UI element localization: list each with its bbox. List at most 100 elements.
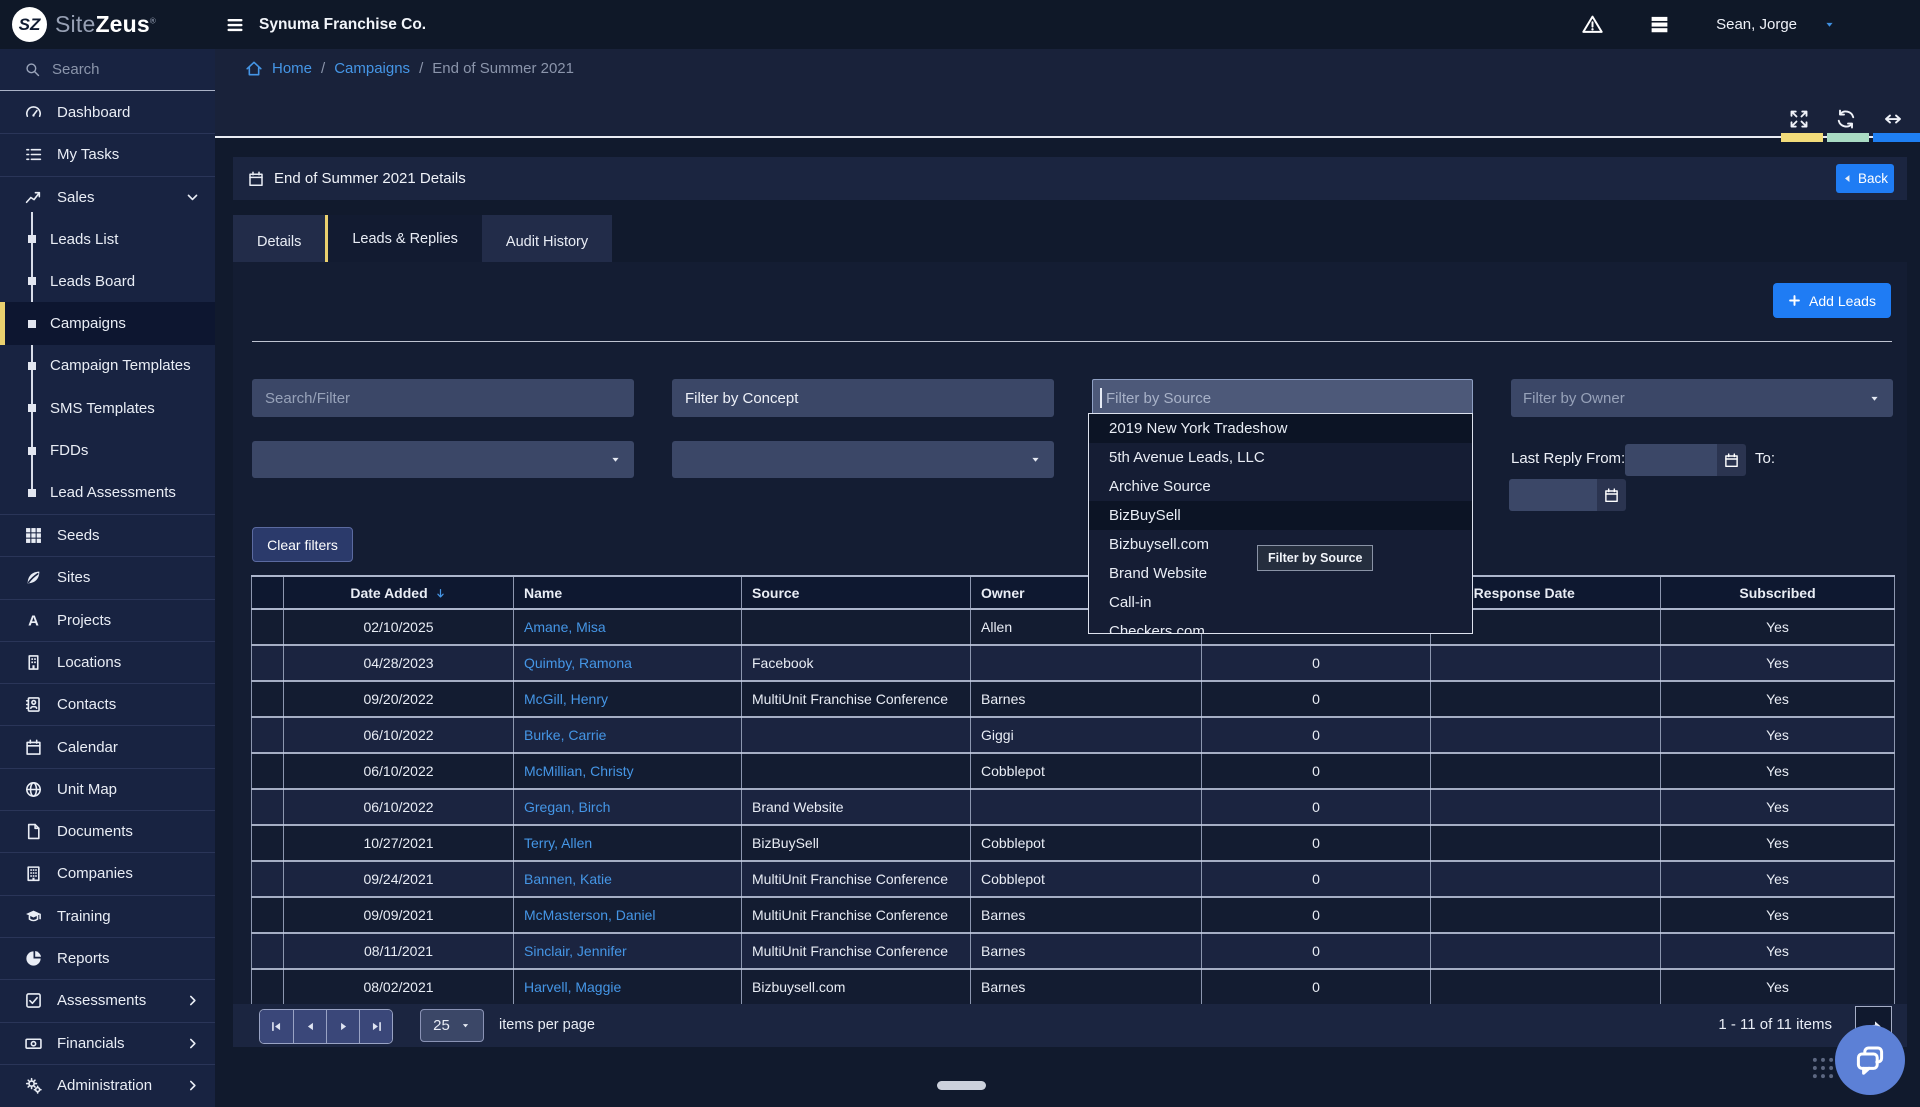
first-page-button[interactable] xyxy=(260,1010,293,1043)
sidebar-item-leads-board[interactable]: Leads Board xyxy=(0,260,215,302)
globe-icon xyxy=(25,781,42,798)
filter-by-owner-select[interactable]: Filter by Owner xyxy=(1511,379,1893,417)
breadcrumb-campaigns[interactable]: Campaigns xyxy=(334,60,410,77)
scroll-segment-yellow[interactable] xyxy=(1781,133,1823,142)
sidebar-item-administration[interactable]: Administration xyxy=(0,1064,215,1106)
lead-name-link[interactable]: Sinclair, Jennifer xyxy=(524,943,627,959)
user-name: Sean, Jorge xyxy=(1716,16,1797,33)
lead-name-link[interactable]: McMasterson, Daniel xyxy=(524,907,656,923)
column-header-blank-0[interactable] xyxy=(252,576,284,609)
source-option-2019-new-york-tradeshow[interactable]: 2019 New York Tradeshow xyxy=(1089,414,1472,443)
search-filter-input[interactable] xyxy=(252,379,634,417)
text-cursor xyxy=(1100,388,1102,408)
sidebar-search[interactable] xyxy=(0,49,215,91)
add-leads-button[interactable]: Add Leads xyxy=(1773,283,1891,318)
filter-by-source-input[interactable] xyxy=(1092,379,1473,417)
filter-select-1[interactable] xyxy=(252,441,634,478)
lead-name-link[interactable]: Bannen, Katie xyxy=(524,871,612,887)
sidebar-item-sms-templates[interactable]: SMS Templates xyxy=(0,387,215,429)
cell-blank xyxy=(252,681,284,717)
sidebar-item-financials[interactable]: Financials xyxy=(0,1022,215,1064)
sidebar-item-my-tasks[interactable]: My Tasks xyxy=(0,133,215,175)
tab-leads-replies[interactable]: Leads & Replies xyxy=(325,215,482,262)
cell-date-added: 04/28/2023 xyxy=(284,645,514,681)
filter-by-source-combobox[interactable] xyxy=(1092,379,1473,417)
source-option-5th-avenue-leads-llc[interactable]: 5th Avenue Leads, LLC xyxy=(1089,443,1472,472)
filter-select-2[interactable] xyxy=(672,441,1054,478)
column-header-source[interactable]: Source xyxy=(742,576,971,609)
sidebar-item-lead-assessments[interactable]: Lead Assessments xyxy=(0,472,215,514)
lead-name-link[interactable]: McMillian, Christy xyxy=(524,763,634,779)
last-page-button[interactable] xyxy=(359,1010,392,1043)
hamburger-menu-icon[interactable] xyxy=(225,15,245,35)
page-size-select[interactable]: 25 xyxy=(420,1009,484,1042)
resize-horizontal-icon[interactable] xyxy=(1883,109,1903,129)
to-label: To: xyxy=(1755,450,1775,467)
pagination-bar: 25 items per page 1 - 11 of 11 items xyxy=(233,1004,1907,1047)
source-option-archive-source[interactable]: Archive Source xyxy=(1089,472,1472,501)
tab-details[interactable]: Details xyxy=(233,222,325,262)
chat-fab-button[interactable] xyxy=(1835,1025,1905,1095)
sidebar-item-dashboard[interactable]: Dashboard xyxy=(0,91,215,133)
source-option-call-in[interactable]: Call-in xyxy=(1089,588,1472,617)
lead-name-link[interactable]: Terry, Allen xyxy=(524,835,592,851)
last-reply-from-calendar-button[interactable] xyxy=(1717,444,1746,476)
lead-name-link[interactable]: Quimby, Ramona xyxy=(524,655,632,671)
sidebar-item-unit-map[interactable]: Unit Map xyxy=(0,768,215,810)
user-menu[interactable]: Sean, Jorge xyxy=(1716,16,1836,33)
source-option-checkers-com[interactable]: Checkers.com xyxy=(1089,617,1472,634)
cell-name: Harvell, Maggie xyxy=(514,969,742,1005)
sidebar-item-calendar[interactable]: Calendar xyxy=(0,725,215,767)
previous-page-button[interactable] xyxy=(293,1010,326,1043)
lead-name-link[interactable]: McGill, Henry xyxy=(524,691,608,707)
sidebar-item-assessments[interactable]: Assessments xyxy=(0,979,215,1021)
last-reply-from-date-input[interactable] xyxy=(1625,444,1717,476)
sidebar-item-documents[interactable]: Documents xyxy=(0,810,215,852)
lead-name-link[interactable]: Harvell, Maggie xyxy=(524,979,621,995)
lead-name-link[interactable]: Amane, Misa xyxy=(524,619,606,635)
alerts-warning-icon[interactable] xyxy=(1582,14,1603,35)
sidebar-item-reports[interactable]: Reports xyxy=(0,937,215,979)
filter-by-concept-input[interactable] xyxy=(672,379,1054,417)
sidebar-item-contacts[interactable]: Contacts xyxy=(0,683,215,725)
gears-icon xyxy=(25,1077,42,1094)
column-header-date-added[interactable]: Date Added xyxy=(284,576,514,609)
sidebar-item-fdds[interactable]: FDDs xyxy=(0,429,215,471)
signs-icon: A xyxy=(25,612,42,629)
source-option-bizbuysell[interactable]: BizBuySell xyxy=(1089,501,1472,530)
sidebar-item-sites[interactable]: Sites xyxy=(0,556,215,598)
lead-name-link[interactable]: Gregan, Birch xyxy=(524,799,610,815)
breadcrumb-home[interactable]: Home xyxy=(272,60,312,77)
lead-name-link[interactable]: Burke, Carrie xyxy=(524,727,606,743)
items-range-label: 1 - 11 of 11 items xyxy=(1718,1016,1832,1033)
money-icon xyxy=(25,1035,42,1052)
sidebar-item-leads-list[interactable]: Leads List xyxy=(0,218,215,260)
table-row: 04/28/2023Quimby, RamonaFacebook0Yes xyxy=(252,645,1895,681)
column-header-name[interactable]: Name xyxy=(514,576,742,609)
sidebar-item-companies[interactable]: Companies xyxy=(0,852,215,894)
sidebar-item-training[interactable]: Training xyxy=(0,895,215,937)
scroll-segment-blue[interactable] xyxy=(1873,133,1920,142)
column-header-subscribed[interactable]: Subscribed xyxy=(1661,576,1895,609)
tab-audit-history[interactable]: Audit History xyxy=(482,222,612,262)
cell-blank xyxy=(252,717,284,753)
back-button[interactable]: Back xyxy=(1836,164,1894,193)
home-icon[interactable] xyxy=(245,60,263,77)
sidebar-item-campaigns[interactable]: Campaigns xyxy=(0,302,215,344)
sidebar-item-projects[interactable]: A Projects xyxy=(0,599,215,641)
last-reply-to-date-input[interactable] xyxy=(1509,479,1597,511)
search-input[interactable] xyxy=(52,61,182,78)
scroll-segment-green[interactable] xyxy=(1827,133,1869,142)
refresh-icon[interactable] xyxy=(1836,109,1856,129)
last-reply-to-calendar-button[interactable] xyxy=(1597,479,1626,511)
horizontal-scrollbar-thumb[interactable] xyxy=(937,1081,986,1090)
resize-handle-dots[interactable] xyxy=(1810,1054,1836,1082)
clear-filters-button[interactable]: Clear filters xyxy=(252,527,353,562)
sidebar-item-campaign-templates[interactable]: Campaign Templates xyxy=(0,345,215,387)
sitezeus-logo[interactable]: SZ SiteZeus® xyxy=(0,7,215,42)
sidebar-item-locations[interactable]: Locations xyxy=(0,641,215,683)
next-page-button[interactable] xyxy=(326,1010,359,1043)
sidebar-item-seeds[interactable]: Seeds xyxy=(0,514,215,556)
queue-list-icon[interactable] xyxy=(1649,14,1670,35)
fullscreen-icon[interactable] xyxy=(1789,109,1809,129)
